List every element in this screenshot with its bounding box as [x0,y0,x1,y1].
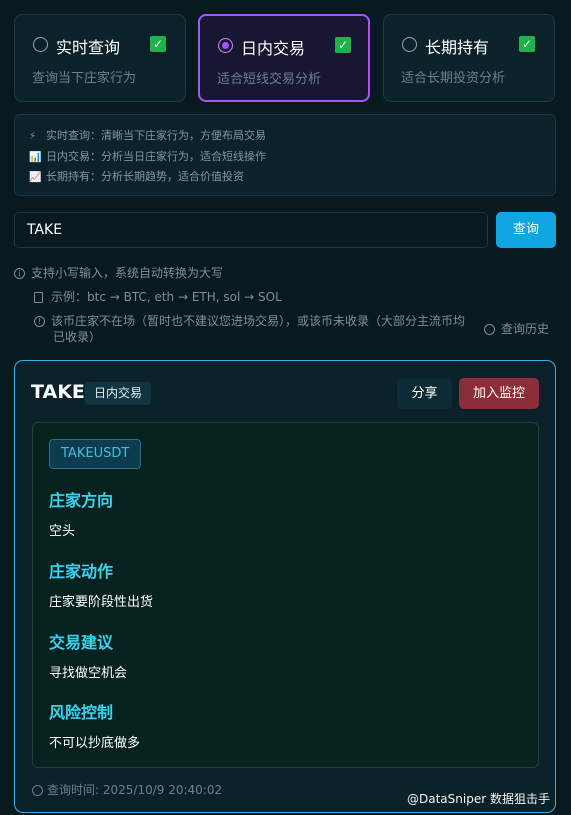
section-title-advice: 交易建议 [49,633,114,652]
radio-longterm-icon[interactable] [402,37,417,52]
mode-info-box: ⚡ 实时查询：清晰当下庄家行为，方便布局交易 📊 日内交易：分析当日庄家行为，适合短… [14,114,556,196]
section-text-risk: 不可以抄底做多 [49,736,141,751]
section-text-action: 庄家要阶段性出货 [49,595,154,610]
radio-intraday-icon[interactable] [218,38,233,53]
info-line-intraday: 📊 日内交易：分析当日庄家行为，适合短线操作 [29,150,266,163]
info-icon: ! [34,316,45,327]
checkbox-checked-icon: ✓ [150,36,166,52]
checkbox-checked-icon: ✓ [335,37,351,53]
radio-realtime-icon[interactable] [33,37,48,52]
query-time: 查询时间: 2025/10/9 20:40:02 [32,781,222,798]
mode-title: 日内交易 [241,39,306,58]
hint-not-found: ! 该币庄家不在场（暂时也不建议您进场交易），或该币未收录（大部分主流币均 [34,312,465,329]
symbol-search-input[interactable]: TAKE [14,212,488,248]
section-text-direction: 空头 [49,524,76,539]
mode-desc: 适合短线交易分析 [217,72,322,87]
info-line-realtime: ⚡ 实时查询：清晰当下庄家行为，方便布局交易 [29,129,266,142]
query-history-link[interactable]: 查询历史 [484,320,549,337]
pair-badge: TAKEUSDT [49,439,142,469]
mode-card-longterm[interactable]: 长期持有 ✓ 适合长期投资分析 [383,14,555,102]
analysis-panel: TAKEUSDT 庄家方向 空头 庄家动作 庄家要阶段性出货 交易建议 寻找做空… [32,422,539,768]
lightning-icon: ⚡ [29,131,37,142]
info-line-longterm: 📈 长期持有：分析长期趋势，适合价值投资 [29,170,244,183]
mode-title: 实时查询 [56,38,121,57]
mode-selector: 实时查询 ✓ 查询当下庄家行为 日内交易 ✓ 适合短线交易分析 长期持有 ✓ 适… [14,14,556,102]
watermark: @DataSniper 数据狙击手 [407,792,550,806]
mode-desc: 适合长期投资分析 [401,71,506,86]
clock-icon [32,785,43,796]
section-text-advice: 寻找做空机会 [49,666,128,681]
mode-card-realtime[interactable]: 实时查询 ✓ 查询当下庄家行为 [14,14,186,102]
bar-chart-icon: 📊 [29,152,42,163]
mode-desc: 查询当下庄家行为 [32,71,137,86]
mode-title: 长期持有 [425,38,490,57]
hint-not-found-cont: 已收录） [53,330,102,344]
checkbox-checked-icon: ✓ [519,36,535,52]
hint-example: 示例：btc → BTC, eth → ETH, sol → SOL [34,288,282,305]
clock-icon [484,324,495,335]
hint-lowercase: i 支持小写输入，系统自动转换为大写 [14,264,223,281]
section-title-direction: 庄家方向 [49,491,114,510]
document-icon [34,292,43,303]
share-button[interactable]: 分享 [397,378,452,409]
mode-tag: 日内交易 [85,382,152,405]
add-monitor-button[interactable]: 加入监控 [459,378,539,409]
section-title-action: 庄家动作 [49,562,114,581]
result-symbol: TAKE [31,381,85,403]
section-title-risk: 风险控制 [49,703,114,722]
info-icon: i [14,268,25,279]
query-button[interactable]: 查询 [496,212,556,248]
result-card: TAKE 日内交易 分享 加入监控 TAKEUSDT 庄家方向 空头 庄家动作 … [14,360,556,813]
trend-chart-icon: 📈 [29,172,42,183]
mode-card-intraday[interactable]: 日内交易 ✓ 适合短线交易分析 [198,14,370,102]
